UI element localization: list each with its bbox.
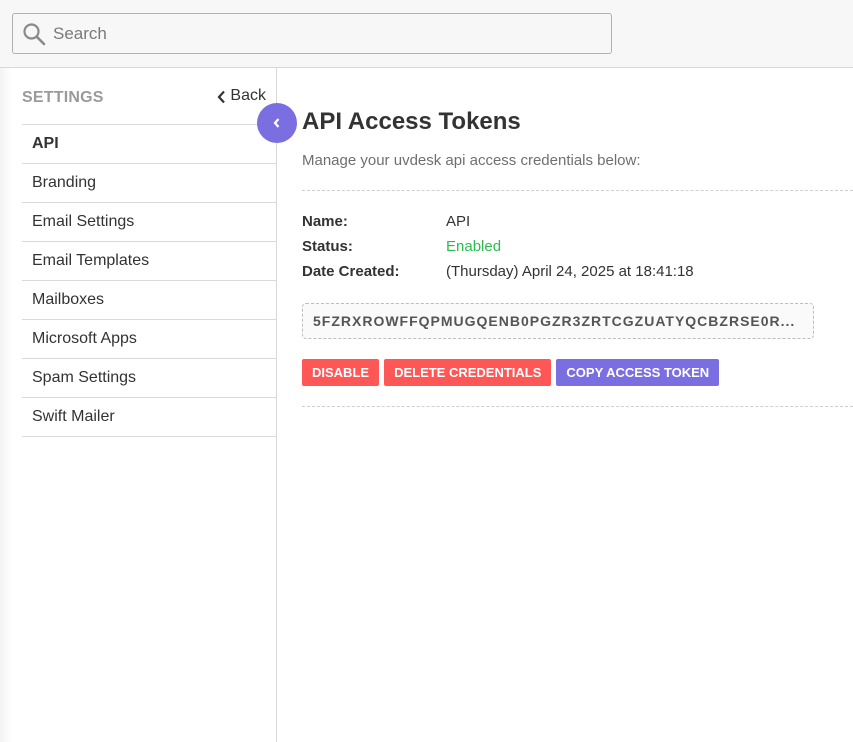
chevron-left-icon [273,118,280,128]
date-created-label: Date Created: [302,263,400,280]
disable-button[interactable]: DISABLE [302,359,380,386]
top-bar [0,0,853,68]
detail-row-date: Date Created: (Thursday) April 24, 2025 … [302,263,853,288]
detail-row-name: Name: API [302,213,853,238]
sidebar-item-email-settings[interactable]: Email Settings [22,203,276,242]
back-link[interactable]: Back [217,87,266,105]
sidebar-header: SETTINGS Back [22,87,266,125]
search-input[interactable] [53,14,603,53]
chevron-left-icon [217,90,226,104]
page-title: API Access Tokens [302,108,521,135]
page-subtitle: Manage your uvdesk api access credential… [302,152,641,169]
token-actions: DISABLE DELETE CREDENTIALS COPY ACCESS T… [302,359,720,386]
settings-nav: API Branding Email Settings Email Templa… [22,124,276,437]
sidebar-item-swift-mailer[interactable]: Swift Mailer [22,398,276,437]
token-details: Name: API Status: Enabled Date Created: … [302,213,853,288]
date-created-value: (Thursday) April 24, 2025 at 18:41:18 [446,263,694,280]
divider [302,190,853,191]
settings-sidebar: SETTINGS Back API Branding Email Setting… [0,68,277,742]
name-value: API [446,213,471,230]
collapse-sidebar-button[interactable] [257,103,297,143]
sidebar-item-branding[interactable]: Branding [22,164,276,203]
sidebar-item-email-templates[interactable]: Email Templates [22,242,276,281]
detail-row-status: Status: Enabled [302,238,853,263]
copy-access-token-button[interactable]: COPY ACCESS TOKEN [556,359,720,386]
sidebar-item-microsoft-apps[interactable]: Microsoft Apps [22,320,276,359]
sidebar-item-spam-settings[interactable]: Spam Settings [22,359,276,398]
sidebar-item-mailboxes[interactable]: Mailboxes [22,281,276,320]
divider [302,406,853,407]
status-label: Status: [302,238,353,255]
back-label: Back [230,87,266,104]
sidebar-item-api[interactable]: API [22,125,276,164]
status-value: Enabled [446,238,502,255]
name-label: Name: [302,213,348,230]
search-icon [23,23,46,46]
delete-credentials-button[interactable]: DELETE CREDENTIALS [384,359,552,386]
search-box[interactable] [12,13,612,54]
sidebar-title: SETTINGS [22,89,104,106]
access-token-field[interactable]: 5FZRXROWFFQPMUGQENB0PGZR3ZRTCGZUATYQCBZR… [302,303,814,339]
